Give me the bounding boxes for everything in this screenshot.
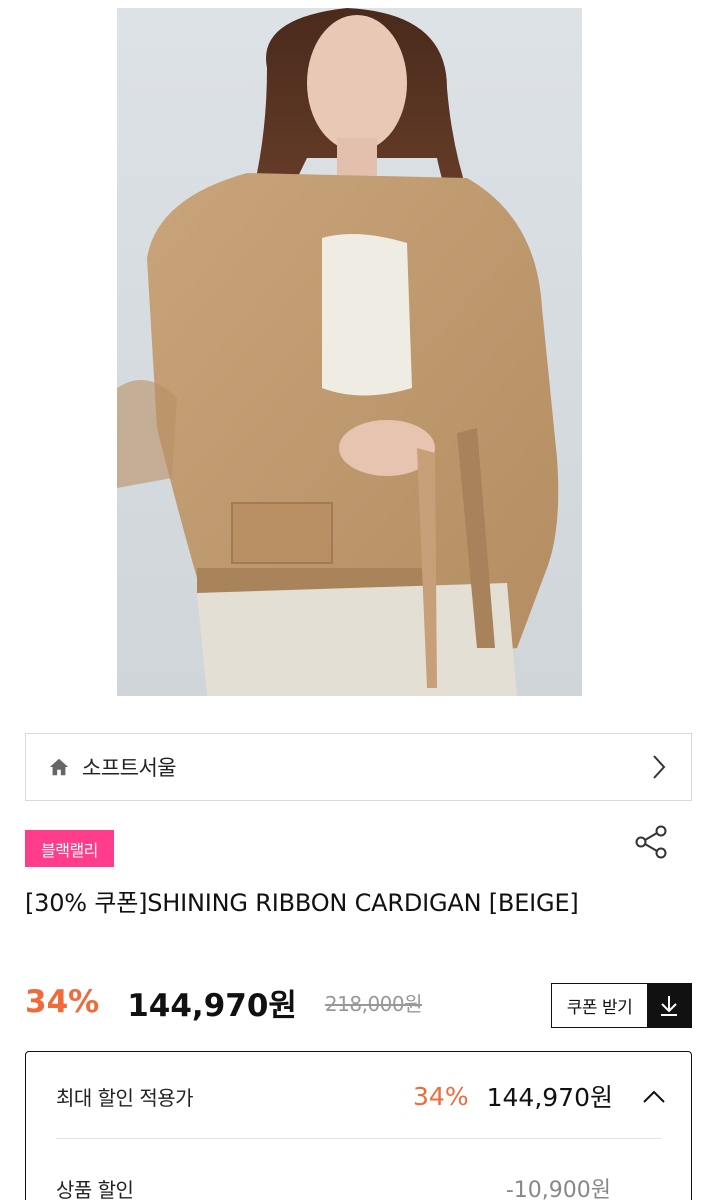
product-discount-value: -10,900원: [505, 1178, 611, 1200]
price-row: 34% 144,970원 218,000원: [25, 980, 423, 1024]
max-discount-rate: 34%: [413, 1081, 469, 1111]
max-discount-label: 최대 할인 적용가: [56, 1085, 194, 1110]
product-image[interactable]: [117, 8, 582, 696]
product-title: [30% 쿠폰]SHINING RIBBON CARDIGAN [BEIGE]: [25, 889, 579, 917]
product-photo: [117, 8, 582, 696]
discount-detail-panel: 최대 할인 적용가 34% 144,970원 상품 할인 -10,900원: [25, 1051, 692, 1200]
sale-price: 144,970원: [127, 987, 297, 1024]
brand-name: 소프트서울: [82, 756, 177, 780]
original-price: 218,000원: [324, 991, 423, 1016]
chevron-up-icon[interactable]: [641, 1087, 667, 1105]
discount-rate: 34%: [25, 984, 100, 1020]
max-discount-price: 144,970원: [486, 1083, 613, 1112]
max-discount-row[interactable]: 최대 할인 적용가 34% 144,970원: [56, 1076, 667, 1116]
coupon-download-button[interactable]: 쿠폰 받기: [551, 983, 692, 1028]
home-icon: [48, 755, 72, 779]
share-icon[interactable]: [634, 824, 670, 860]
download-icon: [647, 984, 691, 1027]
coupon-button-label: 쿠폰 받기: [566, 998, 633, 1018]
brand-link[interactable]: 소프트서울: [25, 733, 692, 801]
panel-divider: [56, 1138, 661, 1139]
product-discount-row: 상품 할인 -10,900원: [56, 1168, 611, 1200]
chevron-right-icon: [649, 753, 669, 781]
product-discount-label: 상품 할인: [56, 1177, 134, 1200]
event-badge: 블랙랠리: [25, 830, 114, 867]
